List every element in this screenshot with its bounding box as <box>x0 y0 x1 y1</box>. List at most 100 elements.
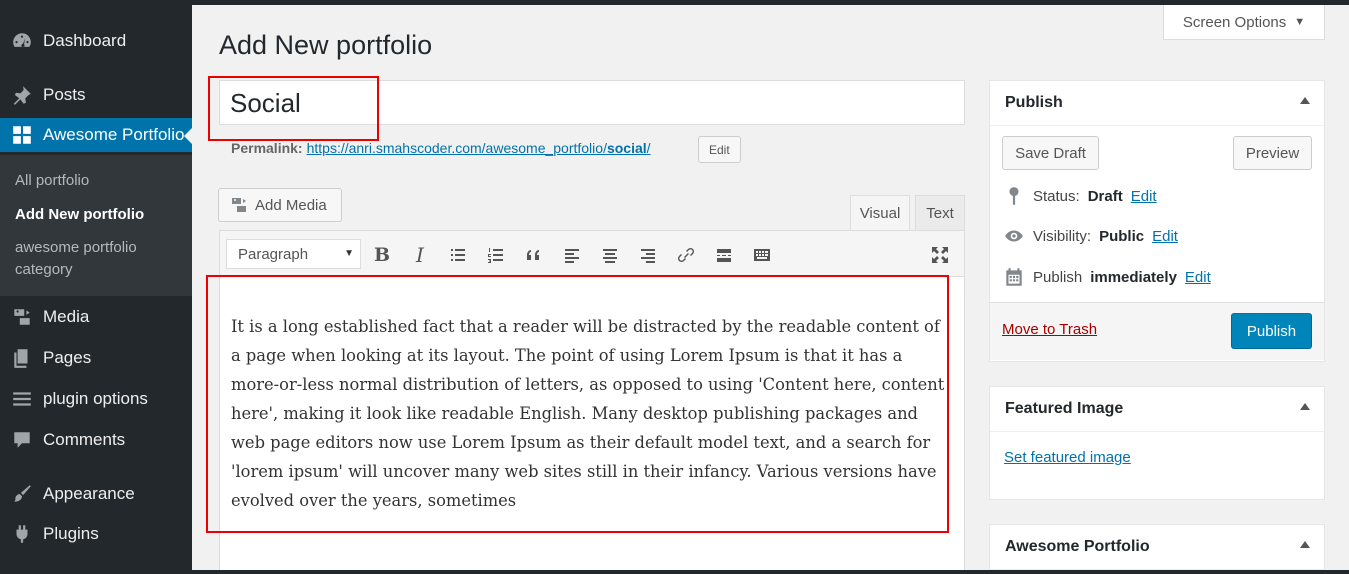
screen-options-label: Screen Options <box>1182 13 1287 31</box>
save-draft-button[interactable]: Save Draft <box>1002 136 1099 170</box>
sidebar-item-media[interactable]: Media <box>0 300 192 334</box>
blockquote-button[interactable] <box>521 242 547 268</box>
italic-button[interactable]: I <box>407 242 433 268</box>
bottom-edge <box>0 570 1349 574</box>
schedule-row: Publish immediately Edit <box>1003 266 1211 288</box>
read-more-button[interactable] <box>711 242 737 268</box>
featured-image-box: Featured Image <box>989 386 1325 500</box>
align-right-icon <box>641 249 655 263</box>
sidebar-item-plugin-options[interactable]: plugin options <box>0 382 192 416</box>
toolbar-toggle-button[interactable] <box>749 242 775 268</box>
permalink-slug: social <box>606 140 647 156</box>
align-center-icon <box>603 249 617 263</box>
sidebar-item-label: Dashboard <box>43 31 127 50</box>
sidebar-item-label: Comments <box>43 430 126 449</box>
add-media-button[interactable]: Add Media <box>218 188 342 222</box>
schedule-label: Publish <box>1033 268 1083 286</box>
schedule-value: immediately <box>1090 268 1177 286</box>
dashboard-icon <box>0 30 43 52</box>
sidebar-item-comments[interactable]: Comments <box>0 423 192 457</box>
featured-image-header[interactable]: Featured Image <box>990 387 1324 432</box>
sidebar-item-label: Posts <box>43 85 86 104</box>
sidebar-item-label: Awesome Portfolio <box>43 125 185 144</box>
numbered-list-button[interactable] <box>483 242 509 268</box>
sidebar-item-awesome-portfolio[interactable]: Awesome Portfolio <box>0 118 192 152</box>
permalink-base: https://anri.smahscoder.com/awesome_port… <box>306 140 607 156</box>
tab-text[interactable]: Text <box>915 195 965 230</box>
sidebar-item-posts[interactable]: Posts <box>0 78 192 112</box>
tab-visual[interactable]: Visual <box>850 195 910 230</box>
media-icon <box>232 198 246 212</box>
bold-button[interactable]: B <box>369 242 395 268</box>
sidebar-item-label: plugin options <box>43 389 148 408</box>
page-title: Add New portfolio <box>219 30 433 60</box>
submenu-portfolio-category[interactable]: awesome portfolio category <box>15 237 185 281</box>
collapse-arrow-icon <box>1300 97 1310 104</box>
caret-down-icon: ▼ <box>1294 16 1306 28</box>
pages-icon <box>0 347 43 369</box>
permalink-link[interactable]: https://anri.smahscoder.com/awesome_port… <box>307 140 651 156</box>
status-label: Status: <box>1033 187 1080 205</box>
permalink-row: Permalink: https://anri.smahscoder.com/a… <box>231 140 651 156</box>
status-row: Status: Draft Edit <box>1003 185 1157 207</box>
publish-box-header[interactable]: Publish <box>990 81 1324 126</box>
bullet-list-icon <box>451 249 465 261</box>
sidebar-item-label: Plugins <box>43 524 99 543</box>
sidebar-item-pages[interactable]: Pages <box>0 341 192 375</box>
sidebar-item-label: Pages <box>43 348 92 367</box>
admin-sidebar: Dashboard Posts Awesome Portfolio All po… <box>0 0 192 574</box>
sidebar-item-appearance[interactable]: Appearance <box>0 477 192 511</box>
pin-icon <box>1009 187 1019 205</box>
calendar-icon <box>1006 268 1022 286</box>
align-center-button[interactable] <box>597 242 623 268</box>
submenu-add-new-portfolio[interactable]: Add New portfolio <box>15 204 185 226</box>
align-left-icon <box>565 249 579 263</box>
screen-options-button[interactable]: Screen Options ▼ <box>1163 5 1325 40</box>
add-media-label: Add Media <box>255 196 327 214</box>
link-icon <box>677 247 695 263</box>
insert-link-button[interactable] <box>673 242 699 268</box>
sidebar-item-plugins[interactable]: Plugins <box>0 517 192 551</box>
align-right-button[interactable] <box>635 242 661 268</box>
align-left-button[interactable] <box>559 242 585 268</box>
preview-button[interactable]: Preview <box>1233 136 1312 170</box>
visibility-label: Visibility: <box>1033 227 1092 245</box>
schedule-edit-link[interactable]: Edit <box>1185 269 1211 286</box>
media-icon <box>0 306 43 328</box>
fullscreen-icon <box>932 247 948 263</box>
pin-icon <box>0 84 43 106</box>
permalink-label: Permalink: <box>231 140 303 156</box>
sidebar-item-dashboard[interactable]: Dashboard <box>0 24 192 58</box>
format-select[interactable]: Paragraph ▼ <box>226 239 361 269</box>
publish-box-title: Publish <box>1005 94 1063 111</box>
quote-icon <box>527 250 539 260</box>
fullscreen-button[interactable] <box>927 242 953 268</box>
visibility-edit-link[interactable]: Edit <box>1152 228 1178 245</box>
portfolio-submenu: All portfolio Add New portfolio awesome … <box>0 155 192 296</box>
highlight-box-content <box>206 275 949 533</box>
top-admin-bar <box>0 0 1349 5</box>
collapse-arrow-icon <box>1300 541 1310 548</box>
visibility-row: Visibility: Public Edit <box>1003 225 1178 247</box>
grid-icon <box>0 124 43 146</box>
move-to-trash-link[interactable]: Move to Trash <box>1002 321 1097 338</box>
numbered-list-icon <box>488 248 503 263</box>
status-value: Draft <box>1087 187 1123 205</box>
status-edit-link[interactable]: Edit <box>1131 188 1157 205</box>
bullet-list-button[interactable] <box>445 242 471 268</box>
awesome-portfolio-header[interactable]: Awesome Portfolio <box>990 525 1324 570</box>
highlight-box-title <box>208 76 379 141</box>
publish-button[interactable]: Publish <box>1231 313 1312 349</box>
set-featured-image-link[interactable]: Set featured image <box>1004 449 1131 466</box>
permalink-edit-button[interactable]: Edit <box>698 136 741 163</box>
caret-down-icon: ▼ <box>344 248 354 259</box>
visibility-value: Public <box>1099 227 1145 245</box>
eye-icon <box>1005 230 1023 242</box>
submenu-all-portfolio[interactable]: All portfolio <box>15 170 185 192</box>
comment-icon <box>0 429 43 451</box>
collapse-arrow-icon <box>1300 403 1310 410</box>
featured-image-title: Featured Image <box>1005 400 1124 417</box>
awesome-portfolio-title: Awesome Portfolio <box>1005 538 1150 555</box>
sidebar-item-label: Appearance <box>43 484 135 503</box>
plugin-icon <box>0 523 43 545</box>
